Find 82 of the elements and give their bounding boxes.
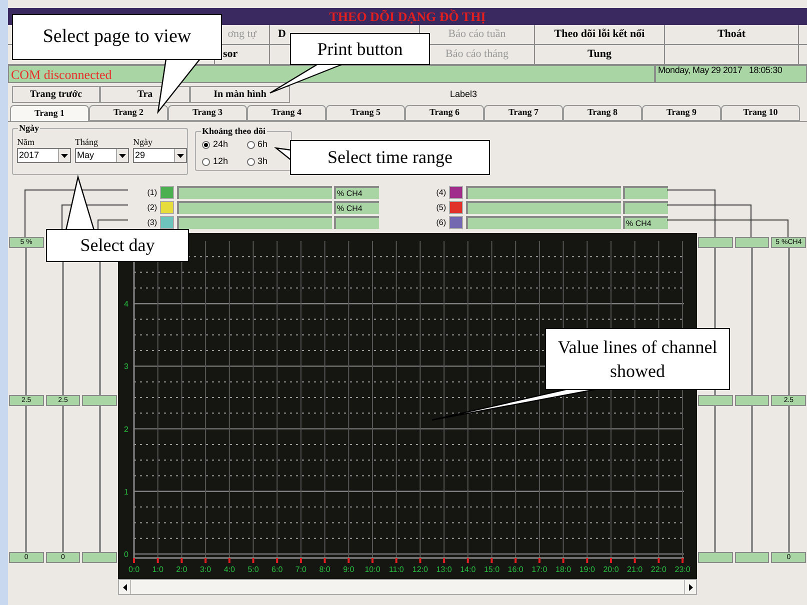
- field-label: Năm: [17, 136, 36, 148]
- callout: Select time range: [290, 140, 490, 175]
- y-tick-label: 0: [124, 550, 128, 559]
- channel-label: (6): [435, 216, 447, 228]
- label-text: Label3: [450, 88, 478, 101]
- x-tick-label: 13:0: [436, 565, 452, 574]
- x-tick-label: 9:0: [343, 565, 354, 574]
- radio-label: 12h: [213, 154, 228, 168]
- dropdown[interactable]: 29: [133, 148, 187, 163]
- y-tick-label: 3: [124, 362, 128, 372]
- x-tick-label: 19:0: [579, 565, 595, 574]
- tab[interactable]: Trang 10: [721, 105, 800, 121]
- x-tick-label: 17:0: [532, 565, 548, 574]
- x-tick-label: 21:0: [627, 565, 643, 574]
- x-tick-label: 15:0: [484, 565, 500, 574]
- unit-field: [623, 201, 668, 214]
- radio-label: 6h: [258, 138, 268, 151]
- x-tick-label: 14:0: [460, 565, 476, 574]
- x-tick-label: 23:0: [674, 565, 690, 574]
- dropdown[interactable]: May: [75, 148, 129, 163]
- tab[interactable]: Trang 1: [10, 105, 89, 121]
- channel-label: (5): [435, 202, 447, 214]
- x-tick-label: 18:0: [556, 565, 572, 574]
- datetime-text: Monday, May 29 2017 18:05:30: [658, 66, 782, 75]
- channel-label: (1): [146, 186, 158, 198]
- radio-button[interactable]: [246, 140, 254, 148]
- callout-tail: [65, 174, 95, 231]
- group-title: Khoảng theo dõi: [201, 125, 267, 138]
- tab[interactable]: Trang 7: [484, 105, 563, 121]
- x-tick-label: 0:0: [128, 565, 140, 574]
- field-label: Tháng: [75, 136, 99, 148]
- unit-field: [623, 186, 668, 199]
- page-button[interactable]: In màn hình: [190, 86, 290, 103]
- window-title: THEO DÕI DẠNG ĐỒ THỊ: [329, 10, 486, 23]
- field-label: Ngày: [133, 136, 154, 148]
- x-tick-label: 8:0: [319, 565, 330, 574]
- x-tick-label: 1:0: [152, 565, 164, 574]
- x-tick-label: 22:0: [650, 565, 666, 574]
- channel-label: (3): [146, 216, 158, 228]
- x-tick-label: 11:0: [388, 565, 404, 574]
- menu-item[interactable]: Theo dõi lỗi kết nối: [554, 26, 645, 43]
- status-message: COM disconnected: [11, 68, 112, 80]
- tab[interactable]: Trang 3: [168, 105, 247, 121]
- y-tick-label: 4: [124, 300, 128, 309]
- unit-field: % CH4: [623, 216, 668, 229]
- x-tick-label: 3:0: [200, 565, 212, 574]
- tab[interactable]: Trang 9: [642, 105, 721, 121]
- radio-label: 3h: [258, 154, 268, 168]
- x-tick-label: 6:0: [272, 565, 283, 574]
- x-tick-label: 4:0: [224, 565, 235, 574]
- tab[interactable]: Trang 4: [247, 105, 326, 121]
- radio-label: 24h: [213, 138, 228, 151]
- tab[interactable]: Trang 5: [326, 105, 405, 121]
- channel-label: (4): [435, 186, 447, 198]
- menu-item[interactable]: Tung: [587, 46, 612, 63]
- unit-field: [334, 216, 379, 229]
- y-tick-label: 2: [124, 424, 128, 434]
- menu-item[interactable]: D: [278, 26, 286, 43]
- y-tick-label: 1: [124, 487, 128, 496]
- radio-button[interactable]: [202, 158, 210, 166]
- x-tick-label: 2:0: [176, 565, 188, 574]
- menu-item[interactable]: Thoát: [717, 26, 746, 43]
- group-title: Ngày: [18, 122, 40, 136]
- tab[interactable]: Trang 2: [89, 105, 168, 121]
- radio-button[interactable]: [246, 158, 254, 166]
- horizontal-scrollbar[interactable]: [118, 579, 697, 595]
- x-tick-label: 10:0: [364, 565, 380, 574]
- channel-label: (2): [146, 202, 158, 214]
- page-button[interactable]: Trang trước: [12, 86, 100, 103]
- x-tick-label: 5:0: [248, 565, 259, 574]
- tab[interactable]: Trang 6: [405, 105, 484, 121]
- callout: Print button: [290, 33, 430, 65]
- unit-field: % CH4: [334, 201, 379, 214]
- unit-field: % CH4: [334, 186, 379, 199]
- x-tick-label: 20:0: [603, 565, 619, 574]
- radio-button[interactable]: [202, 140, 210, 148]
- tab[interactable]: Trang 8: [563, 105, 642, 121]
- x-tick-label: 12:0: [412, 565, 428, 574]
- dropdown[interactable]: 2017: [17, 148, 71, 163]
- menu-item[interactable]: sor: [223, 46, 238, 63]
- x-tick-label: 7:0: [295, 565, 307, 574]
- x-tick-label: 16:0: [508, 565, 524, 574]
